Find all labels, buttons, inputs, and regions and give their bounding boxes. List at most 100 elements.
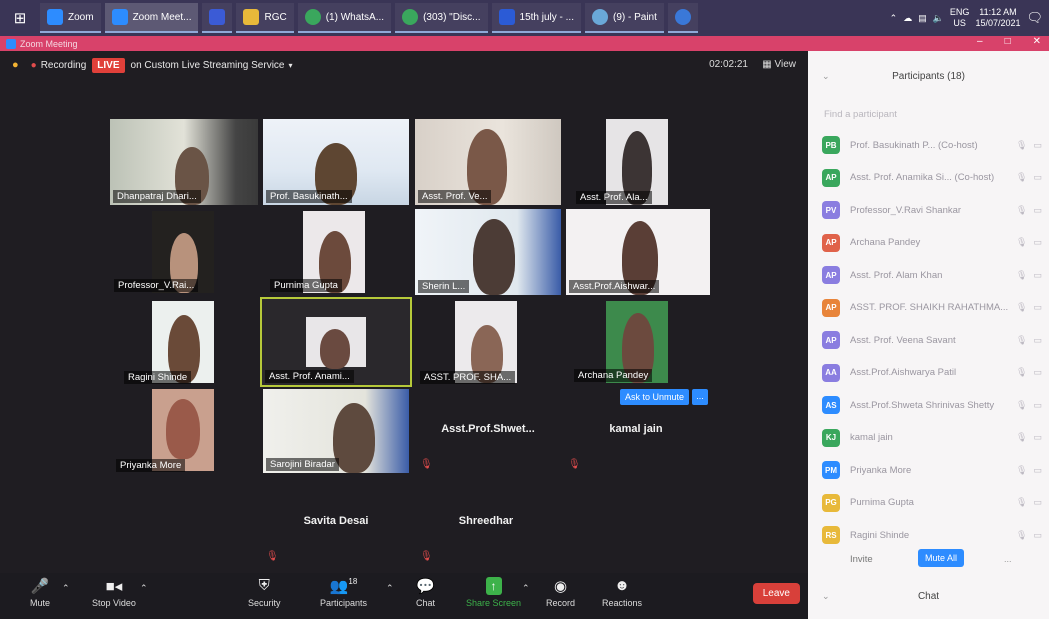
- active-speaker-tile[interactable]: Asst. Prof. Anami...: [260, 297, 412, 387]
- view-button[interactable]: ▦ View: [762, 59, 796, 70]
- taskbar-app-rgc[interactable]: RGC: [236, 3, 294, 33]
- share-screen-button[interactable]: ↑ Share Screen: [466, 577, 521, 608]
- chevron-up-icon[interactable]: ⌃: [62, 583, 70, 594]
- video-tile[interactable]: Sarojini Biradar: [263, 389, 409, 473]
- participant-row[interactable]: RS Ragini Shinde 🎙 ▭: [822, 525, 1042, 545]
- mic-muted-icon[interactable]: 🎙: [1016, 367, 1027, 378]
- chevron-down-icon[interactable]: ▾: [289, 61, 293, 70]
- video-off-icon[interactable]: ▭: [1033, 270, 1042, 281]
- mic-muted-icon[interactable]: 🎙: [1016, 497, 1027, 508]
- video-off-icon[interactable]: ▭: [1033, 432, 1042, 443]
- participant-row[interactable]: AP Asst. Prof. Alam Khan 🎙 ▭: [822, 265, 1042, 285]
- video-off-icon[interactable]: ▭: [1033, 465, 1042, 476]
- taskbar-app-zoom-meeting[interactable]: Zoom Meet...: [104, 3, 199, 33]
- participant-row[interactable]: PM Priyanka More 🎙 ▭: [822, 460, 1042, 480]
- mic-muted-icon[interactable]: 🎙: [1016, 400, 1027, 411]
- taskbar-app-publisher[interactable]: [202, 3, 233, 33]
- streaming-label[interactable]: on Custom Live Streaming Service: [131, 60, 285, 71]
- participant-row[interactable]: AS Asst.Prof.Shweta Shrinivas Shetty 🎙 ▭: [822, 395, 1042, 415]
- participant-name: Asst. Prof. Ala...: [576, 191, 652, 204]
- mic-muted-icon[interactable]: 🎙: [1016, 237, 1027, 248]
- video-off-icon[interactable]: ▭: [1033, 237, 1042, 248]
- more-options-button[interactable]: ...: [692, 389, 708, 405]
- participant-row[interactable]: AP Asst. Prof. Anamika Si... (Co-host) 🎙 ▭: [822, 168, 1042, 188]
- video-off-icon[interactable]: ▭: [1033, 302, 1042, 313]
- avatar: AS: [822, 396, 840, 414]
- mic-muted-icon[interactable]: 🎙: [1016, 302, 1027, 313]
- video-off-icon[interactable]: ▭: [1033, 205, 1042, 216]
- chat-button[interactable]: 💬 Chat: [416, 577, 435, 608]
- taskbar-app-paint[interactable]: (9) - Paint: [584, 3, 664, 33]
- video-off-icon[interactable]: ▭: [1033, 497, 1042, 508]
- record-button[interactable]: ◉ Record: [546, 577, 575, 608]
- participant-name: Dhanpatraj Dhari...: [113, 190, 201, 203]
- video-tile[interactable]: Asst.Prof.Aishwar...: [566, 209, 710, 295]
- ask-to-unmute-button[interactable]: Ask to Unmute: [620, 389, 690, 405]
- video-off-icon[interactable]: ▭: [1033, 400, 1042, 411]
- video-off-icon[interactable]: ▭: [1033, 367, 1042, 378]
- language-indicator[interactable]: ENG US: [950, 7, 970, 29]
- info-icon[interactable]: ●: [12, 59, 19, 71]
- mic-muted-icon[interactable]: 🎙: [1016, 270, 1027, 281]
- taskbar-app-zoom[interactable]: Zoom: [40, 3, 101, 33]
- browser-icon: [674, 9, 691, 25]
- zoom-icon: [47, 9, 63, 25]
- windows-start-icon[interactable]: ⊞: [0, 9, 40, 27]
- chat-section-label[interactable]: Chat: [808, 591, 1049, 602]
- participant-row[interactable]: KJ kamal jain 🎙 ▭: [822, 428, 1042, 448]
- windows-taskbar: ⊞ Zoom Zoom Meet... RGC (1) WhatsA... (3…: [0, 0, 1049, 36]
- mic-muted-icon[interactable]: 🎙: [1016, 465, 1027, 476]
- close-button[interactable]: ✕: [1033, 36, 1041, 47]
- video-tile[interactable]: Dhanpatraj Dhari...: [110, 119, 258, 205]
- mic-muted-icon[interactable]: 🎙: [1016, 432, 1027, 443]
- participant-row[interactable]: PV Professor_V.Ravi Shankar 🎙 ▭: [822, 200, 1042, 220]
- video-off-icon[interactable]: ▭: [1033, 530, 1042, 541]
- video-off-icon[interactable]: ▭: [1033, 140, 1042, 151]
- mic-muted-icon[interactable]: 🎙: [1016, 530, 1027, 541]
- mute-button[interactable]: 🎤 Mute: [30, 577, 50, 608]
- mic-muted-icon[interactable]: 🎙: [1016, 335, 1027, 346]
- invite-button[interactable]: Invite: [850, 554, 873, 565]
- shield-icon: ⛨: [258, 577, 270, 594]
- leave-button[interactable]: Leave: [752, 583, 800, 604]
- mic-muted-icon[interactable]: 🎙: [1016, 172, 1027, 183]
- participants-button[interactable]: 👥18 Participants: [320, 577, 367, 608]
- security-button[interactable]: ⛨ Security: [248, 577, 281, 608]
- chevron-up-icon[interactable]: ⌃: [386, 583, 394, 594]
- video-off-icon[interactable]: ▭: [1033, 335, 1042, 346]
- participant-row[interactable]: AP ASST. PROF. SHAIKH RAHATHMA... 🎙 ▭: [822, 298, 1042, 318]
- chevron-up-icon[interactable]: ⌃: [140, 583, 148, 594]
- participant-row[interactable]: PG Purnima Gupta 🎙 ▭: [822, 493, 1042, 513]
- mic-muted-icon[interactable]: 🎙: [1016, 205, 1027, 216]
- volume-icon[interactable]: 🔈: [933, 13, 944, 24]
- taskbar-app-whatsapp[interactable]: (1) WhatsA...: [297, 3, 392, 33]
- participant-row[interactable]: AP Archana Pandey 🎙 ▭: [822, 233, 1042, 253]
- video-tile[interactable]: Asst. Prof. Ve...: [415, 119, 561, 205]
- search-input[interactable]: Find a participant: [824, 109, 897, 120]
- maximize-button[interactable]: □: [1005, 36, 1011, 47]
- clock[interactable]: 11:12 AM 15/07/2021: [975, 7, 1020, 29]
- network-icon[interactable]: ▤: [918, 13, 927, 24]
- participant-row-name: Archana Pandey: [850, 237, 921, 248]
- video-tile[interactable]: Sherin L...: [415, 209, 561, 295]
- live-badge[interactable]: LIVE: [92, 57, 125, 73]
- participant-row[interactable]: PB Prof. Basukinath P... (Co-host) 🎙 ▭: [822, 135, 1042, 155]
- taskbar-app-discord[interactable]: (303) "Disc...: [395, 3, 488, 33]
- notification-icon[interactable]: 🗨: [1026, 10, 1043, 26]
- taskbar-app-browser[interactable]: [667, 3, 698, 33]
- mic-muted-icon[interactable]: 🎙: [1016, 140, 1027, 151]
- minimize-button[interactable]: –: [977, 36, 983, 47]
- taskbar-app-word[interactable]: 15th july - ...: [491, 3, 581, 33]
- reactions-button[interactable]: ☻ Reactions: [602, 577, 642, 608]
- participant-row[interactable]: AP Asst. Prof. Veena Savant 🎙 ▭: [822, 330, 1042, 350]
- video-tile[interactable]: Prof. Basukinath...: [263, 119, 409, 205]
- more-options-icon[interactable]: ...: [1004, 554, 1012, 564]
- chevron-up-icon[interactable]: ⌃: [522, 583, 530, 594]
- participant-row[interactable]: AA Asst.Prof.Aishwarya Patil 🎙 ▭: [822, 363, 1042, 383]
- stop-video-button[interactable]: ■◂ Stop Video: [92, 577, 136, 608]
- chevron-up-icon[interactable]: ⌃: [890, 13, 898, 24]
- mute-all-button[interactable]: Mute All: [918, 549, 965, 567]
- video-off-icon[interactable]: ▭: [1033, 172, 1042, 183]
- participant-name: Archana Pandey: [574, 369, 653, 382]
- cloud-icon[interactable]: ☁: [903, 13, 912, 24]
